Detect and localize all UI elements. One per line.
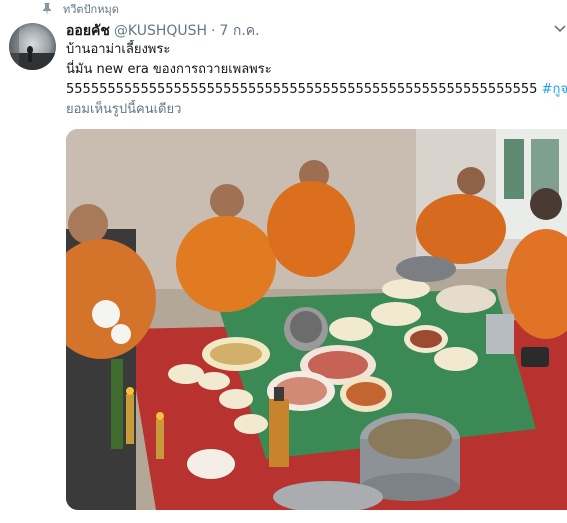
tweet-text-line-4: ยอมเห็นรูปนี้คนเดียว bbox=[66, 102, 182, 117]
user-handle[interactable]: @KUSHQUSH bbox=[114, 23, 207, 39]
avatar[interactable] bbox=[9, 23, 56, 70]
pin-icon bbox=[43, 3, 51, 15]
tweet-laugh-text: 5555555555555555555555555555555555555555… bbox=[66, 82, 538, 97]
tweet-text-line-1: บ้านอาม่าเลี้ยงพระ bbox=[66, 42, 171, 57]
tweet-timestamp[interactable]: 7 ก.ค. bbox=[220, 20, 260, 42]
hashtag-link[interactable]: #กูจะไม่ bbox=[542, 82, 567, 97]
tweet-photo[interactable] bbox=[66, 129, 567, 510]
tweet-header: ออยคัช @KUSHQUSH · 7 ก.ค. bbox=[66, 20, 260, 40]
chevron-down-icon[interactable] bbox=[553, 23, 567, 35]
separator-dot: · bbox=[211, 23, 216, 39]
tweet-text-line-3: 5555555555555555555555555555555555555555… bbox=[66, 80, 567, 100]
pinned-label: ทวีตปักหมุด bbox=[63, 3, 119, 16]
pinned-tweet-indicator: ทวีตปักหมุด bbox=[40, 1, 119, 17]
display-name[interactable]: ออยคัช bbox=[66, 20, 110, 42]
tweet-text: บ้านอาม่าเลี้ยงพระ นี่มัน new era ของการ… bbox=[66, 40, 567, 120]
tweet-text-line-2: นี่มัน new era ของการถวายเพลพระ bbox=[66, 62, 272, 77]
